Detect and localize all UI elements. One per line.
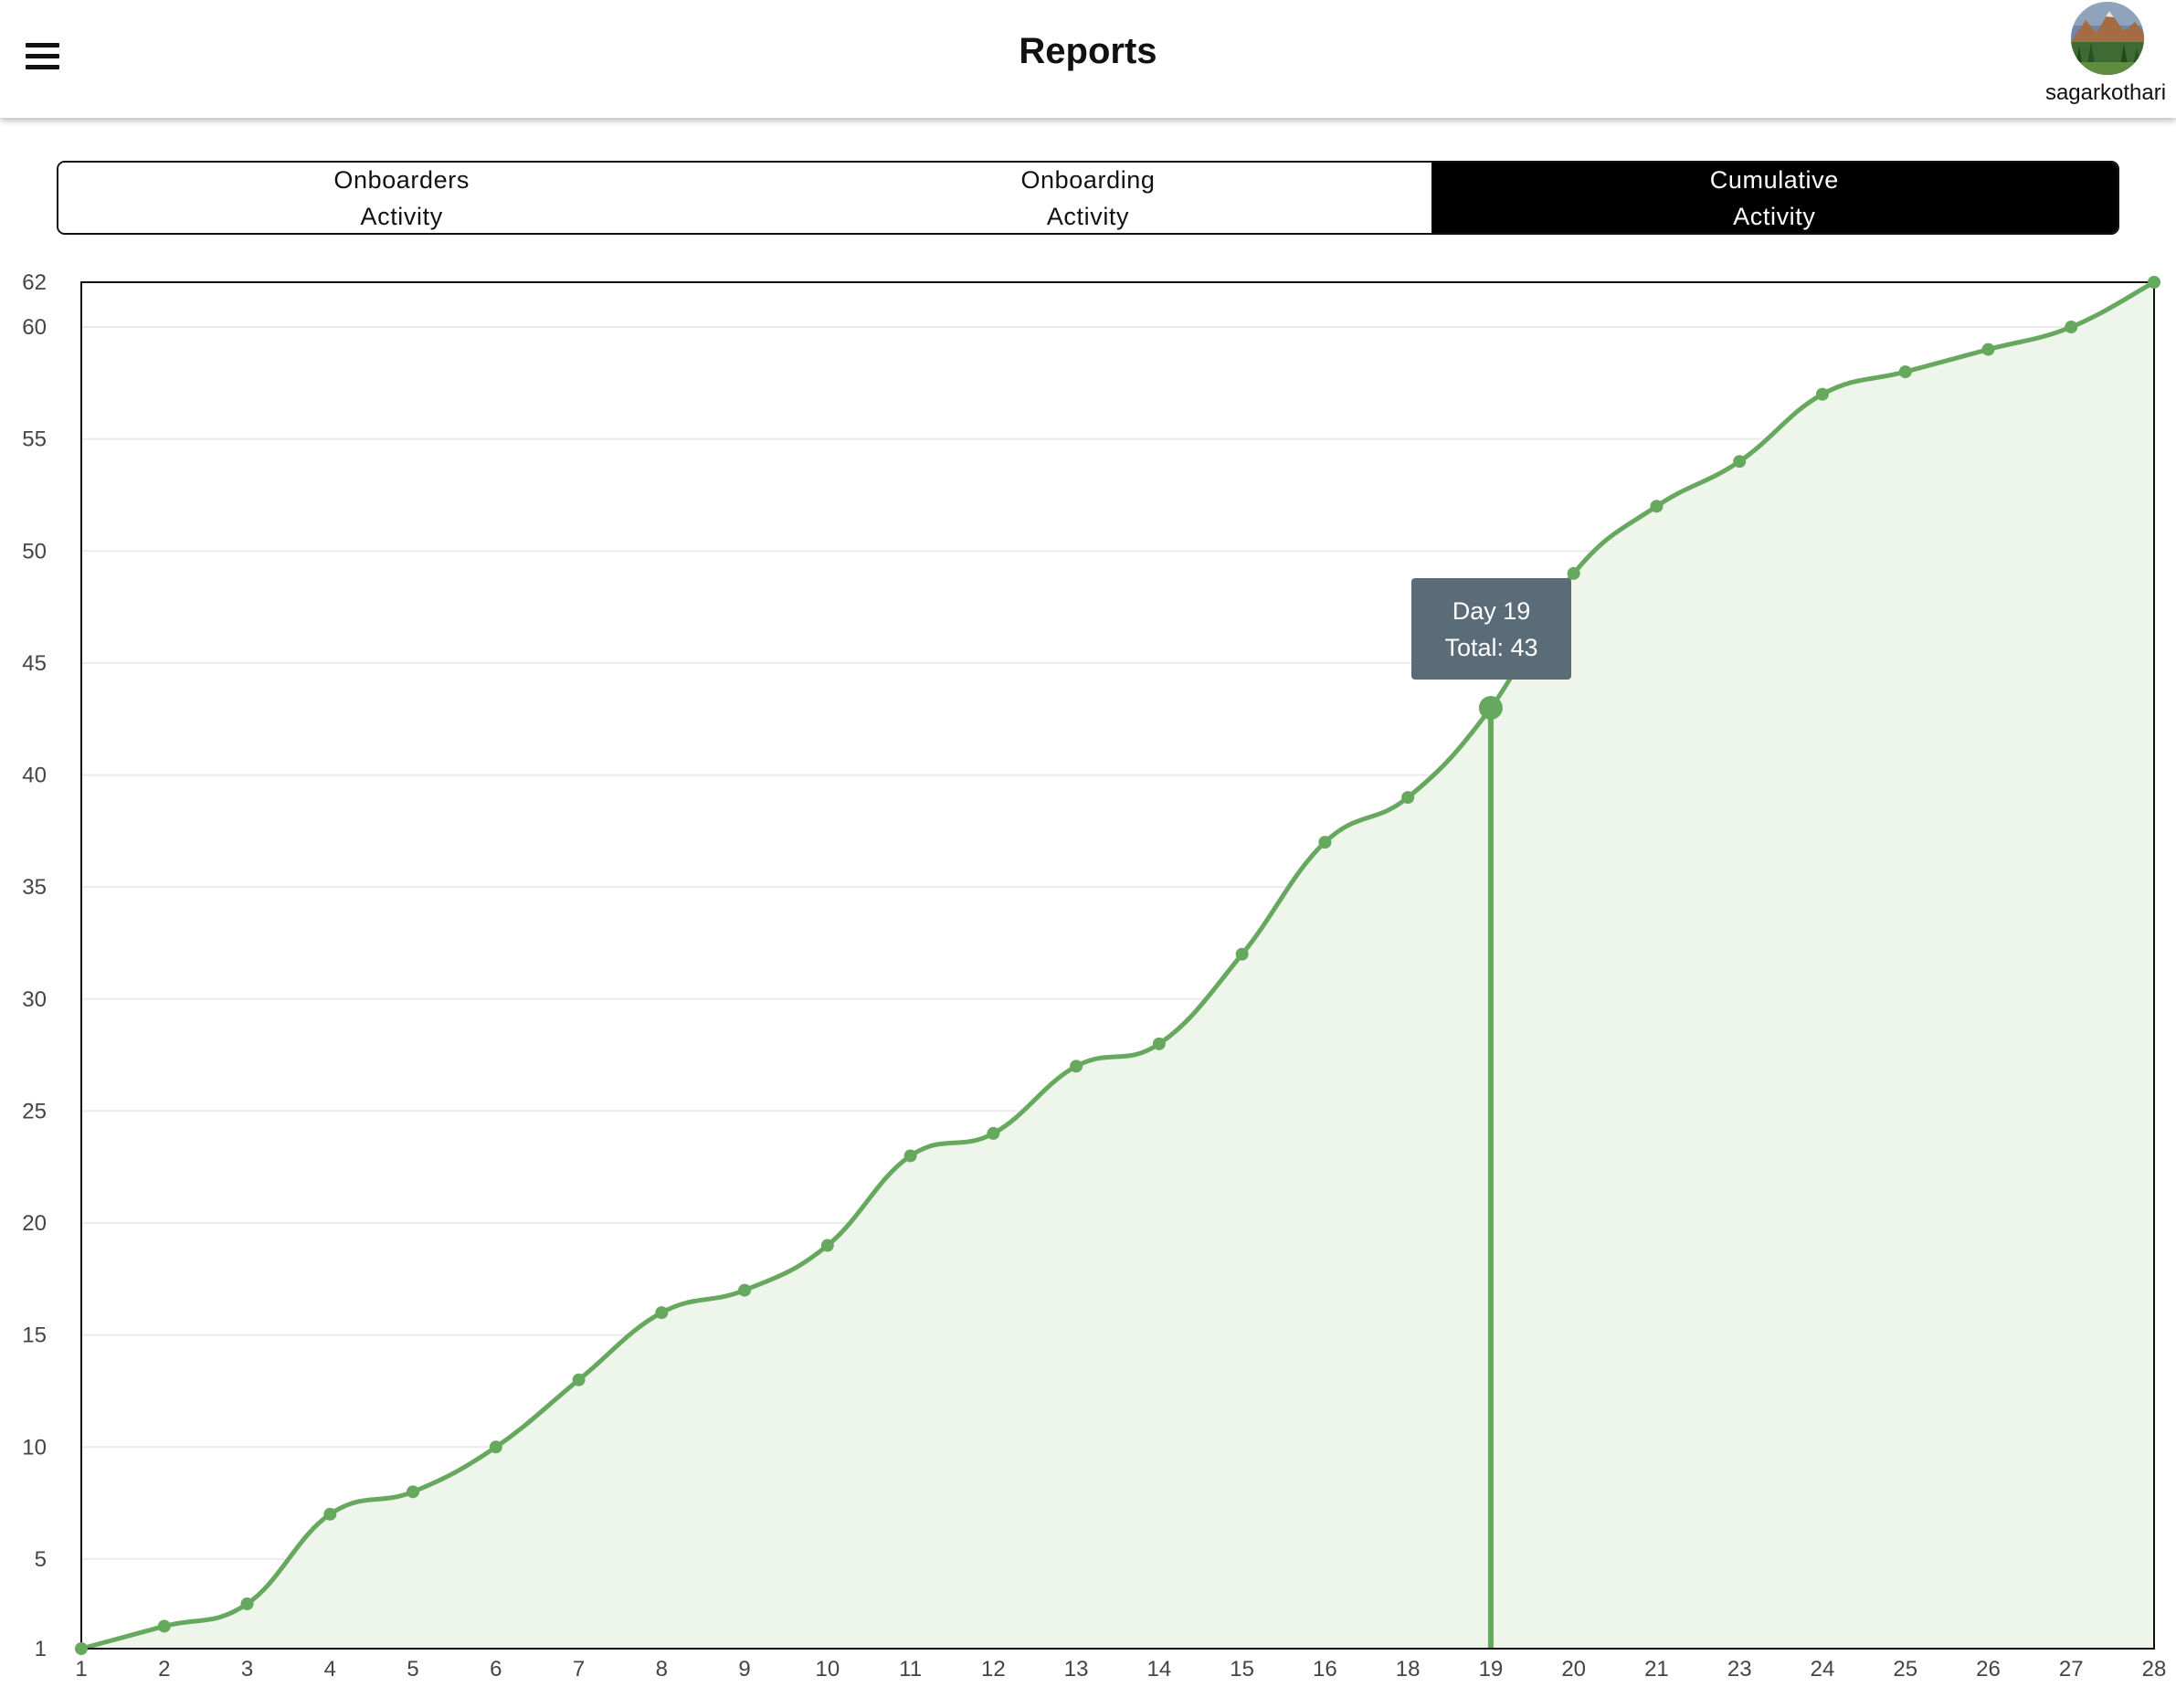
data-point[interactable] xyxy=(1152,1037,1166,1050)
x-tick-label: 14 xyxy=(1147,1657,1172,1682)
x-tick-label: 24 xyxy=(1811,1657,1835,1682)
data-point[interactable] xyxy=(1401,791,1415,805)
tooltip-day: Day 19 xyxy=(1452,596,1531,625)
avatar[interactable] xyxy=(2071,2,2144,75)
y-tick-label: 60 xyxy=(22,315,47,340)
x-tick-label: 21 xyxy=(1644,1657,1669,1682)
data-point[interactable] xyxy=(157,1619,171,1633)
x-tick-label: 23 xyxy=(1727,1657,1752,1682)
x-tick-label: 4 xyxy=(324,1657,336,1682)
username-label: sagarkothari xyxy=(2044,80,2167,105)
data-point[interactable] xyxy=(987,1126,1000,1140)
data-point[interactable] xyxy=(738,1283,752,1297)
y-tick-label: 15 xyxy=(22,1323,47,1348)
y-tick-label: 35 xyxy=(22,875,47,900)
x-tick-label: 18 xyxy=(1396,1657,1421,1682)
x-tick-label: 26 xyxy=(1976,1657,2001,1682)
chart-area-fill xyxy=(81,282,2154,1649)
data-point[interactable] xyxy=(903,1149,917,1163)
mountain-landscape-avatar xyxy=(2071,2,2144,75)
x-tick-label: 19 xyxy=(1479,1657,1504,1682)
data-point[interactable] xyxy=(572,1373,586,1386)
chart-tooltip: Day 19 Total: 43 xyxy=(1411,578,1571,680)
data-point[interactable] xyxy=(1733,455,1747,469)
x-tick-label: 20 xyxy=(1561,1657,1586,1682)
user-profile[interactable]: sagarkothari xyxy=(2035,2,2176,115)
cumulative-activity-chart: 15101520253035404550556062 1 2 3 4 5 6 7 8 9 10 11… xyxy=(22,270,2166,1682)
data-point[interactable] xyxy=(1815,387,1829,401)
y-tick-label: 45 xyxy=(22,651,47,676)
x-axis-ticks: 1 2 3 4 5 6 7 8 9 10 11 12 13 14 15 16 18 19 20 21 23 24 25 26 2… xyxy=(75,1657,2166,1682)
x-tick-label: 27 xyxy=(2059,1657,2084,1682)
data-point[interactable] xyxy=(1981,343,1995,356)
data-point[interactable] xyxy=(2065,321,2078,334)
x-tick-label: 28 xyxy=(2142,1657,2167,1682)
x-tick-label: 12 xyxy=(981,1657,1006,1682)
x-tick-label: 13 xyxy=(1064,1657,1089,1682)
data-point[interactable] xyxy=(2148,276,2160,289)
x-tick-label: 8 xyxy=(656,1657,668,1682)
x-tick-label: 9 xyxy=(738,1657,750,1682)
x-tick-label: 6 xyxy=(490,1657,502,1682)
data-point[interactable] xyxy=(323,1507,337,1521)
y-tick-label: 55 xyxy=(22,427,47,452)
x-tick-label: 5 xyxy=(407,1657,418,1682)
y-tick-label: 30 xyxy=(22,987,47,1012)
data-point[interactable] xyxy=(407,1485,420,1499)
y-tick-label: 62 xyxy=(22,270,47,295)
data-point[interactable] xyxy=(1070,1060,1083,1073)
y-axis-ticks: 15101520253035404550556062 xyxy=(22,270,47,1661)
x-tick-label: 11 xyxy=(899,1657,922,1682)
data-point[interactable] xyxy=(1898,365,1912,379)
tooltip-total: Total: 43 xyxy=(1444,633,1538,661)
y-tick-label: 5 xyxy=(35,1547,47,1572)
x-tick-label: 16 xyxy=(1313,1657,1337,1682)
x-tick-label: 25 xyxy=(1893,1657,1917,1682)
x-tick-label: 2 xyxy=(158,1657,170,1682)
data-point[interactable] xyxy=(240,1597,254,1610)
y-tick-label: 25 xyxy=(22,1099,47,1123)
x-tick-label: 10 xyxy=(815,1657,840,1682)
highlighted-data-point[interactable] xyxy=(1478,695,1503,720)
data-point[interactable] xyxy=(489,1440,502,1454)
data-point[interactable] xyxy=(1318,836,1332,849)
y-tick-label: 10 xyxy=(22,1435,47,1460)
x-tick-label: 7 xyxy=(573,1657,585,1682)
data-point[interactable] xyxy=(655,1306,669,1320)
x-tick-label: 15 xyxy=(1230,1657,1254,1682)
app-header: Reports sagarkothari xyxy=(0,0,2176,118)
y-tick-label: 20 xyxy=(22,1211,47,1236)
x-tick-label: 1 xyxy=(75,1657,87,1682)
data-point[interactable] xyxy=(1650,500,1664,513)
y-tick-label: 40 xyxy=(22,764,47,788)
data-point[interactable] xyxy=(820,1239,834,1252)
data-point[interactable] xyxy=(75,1642,88,1655)
y-tick-label: 50 xyxy=(22,539,47,564)
x-tick-label: 3 xyxy=(241,1657,253,1682)
page-title: Reports xyxy=(1019,31,1157,71)
y-tick-label: 1 xyxy=(35,1637,47,1661)
data-point[interactable] xyxy=(1235,947,1249,961)
